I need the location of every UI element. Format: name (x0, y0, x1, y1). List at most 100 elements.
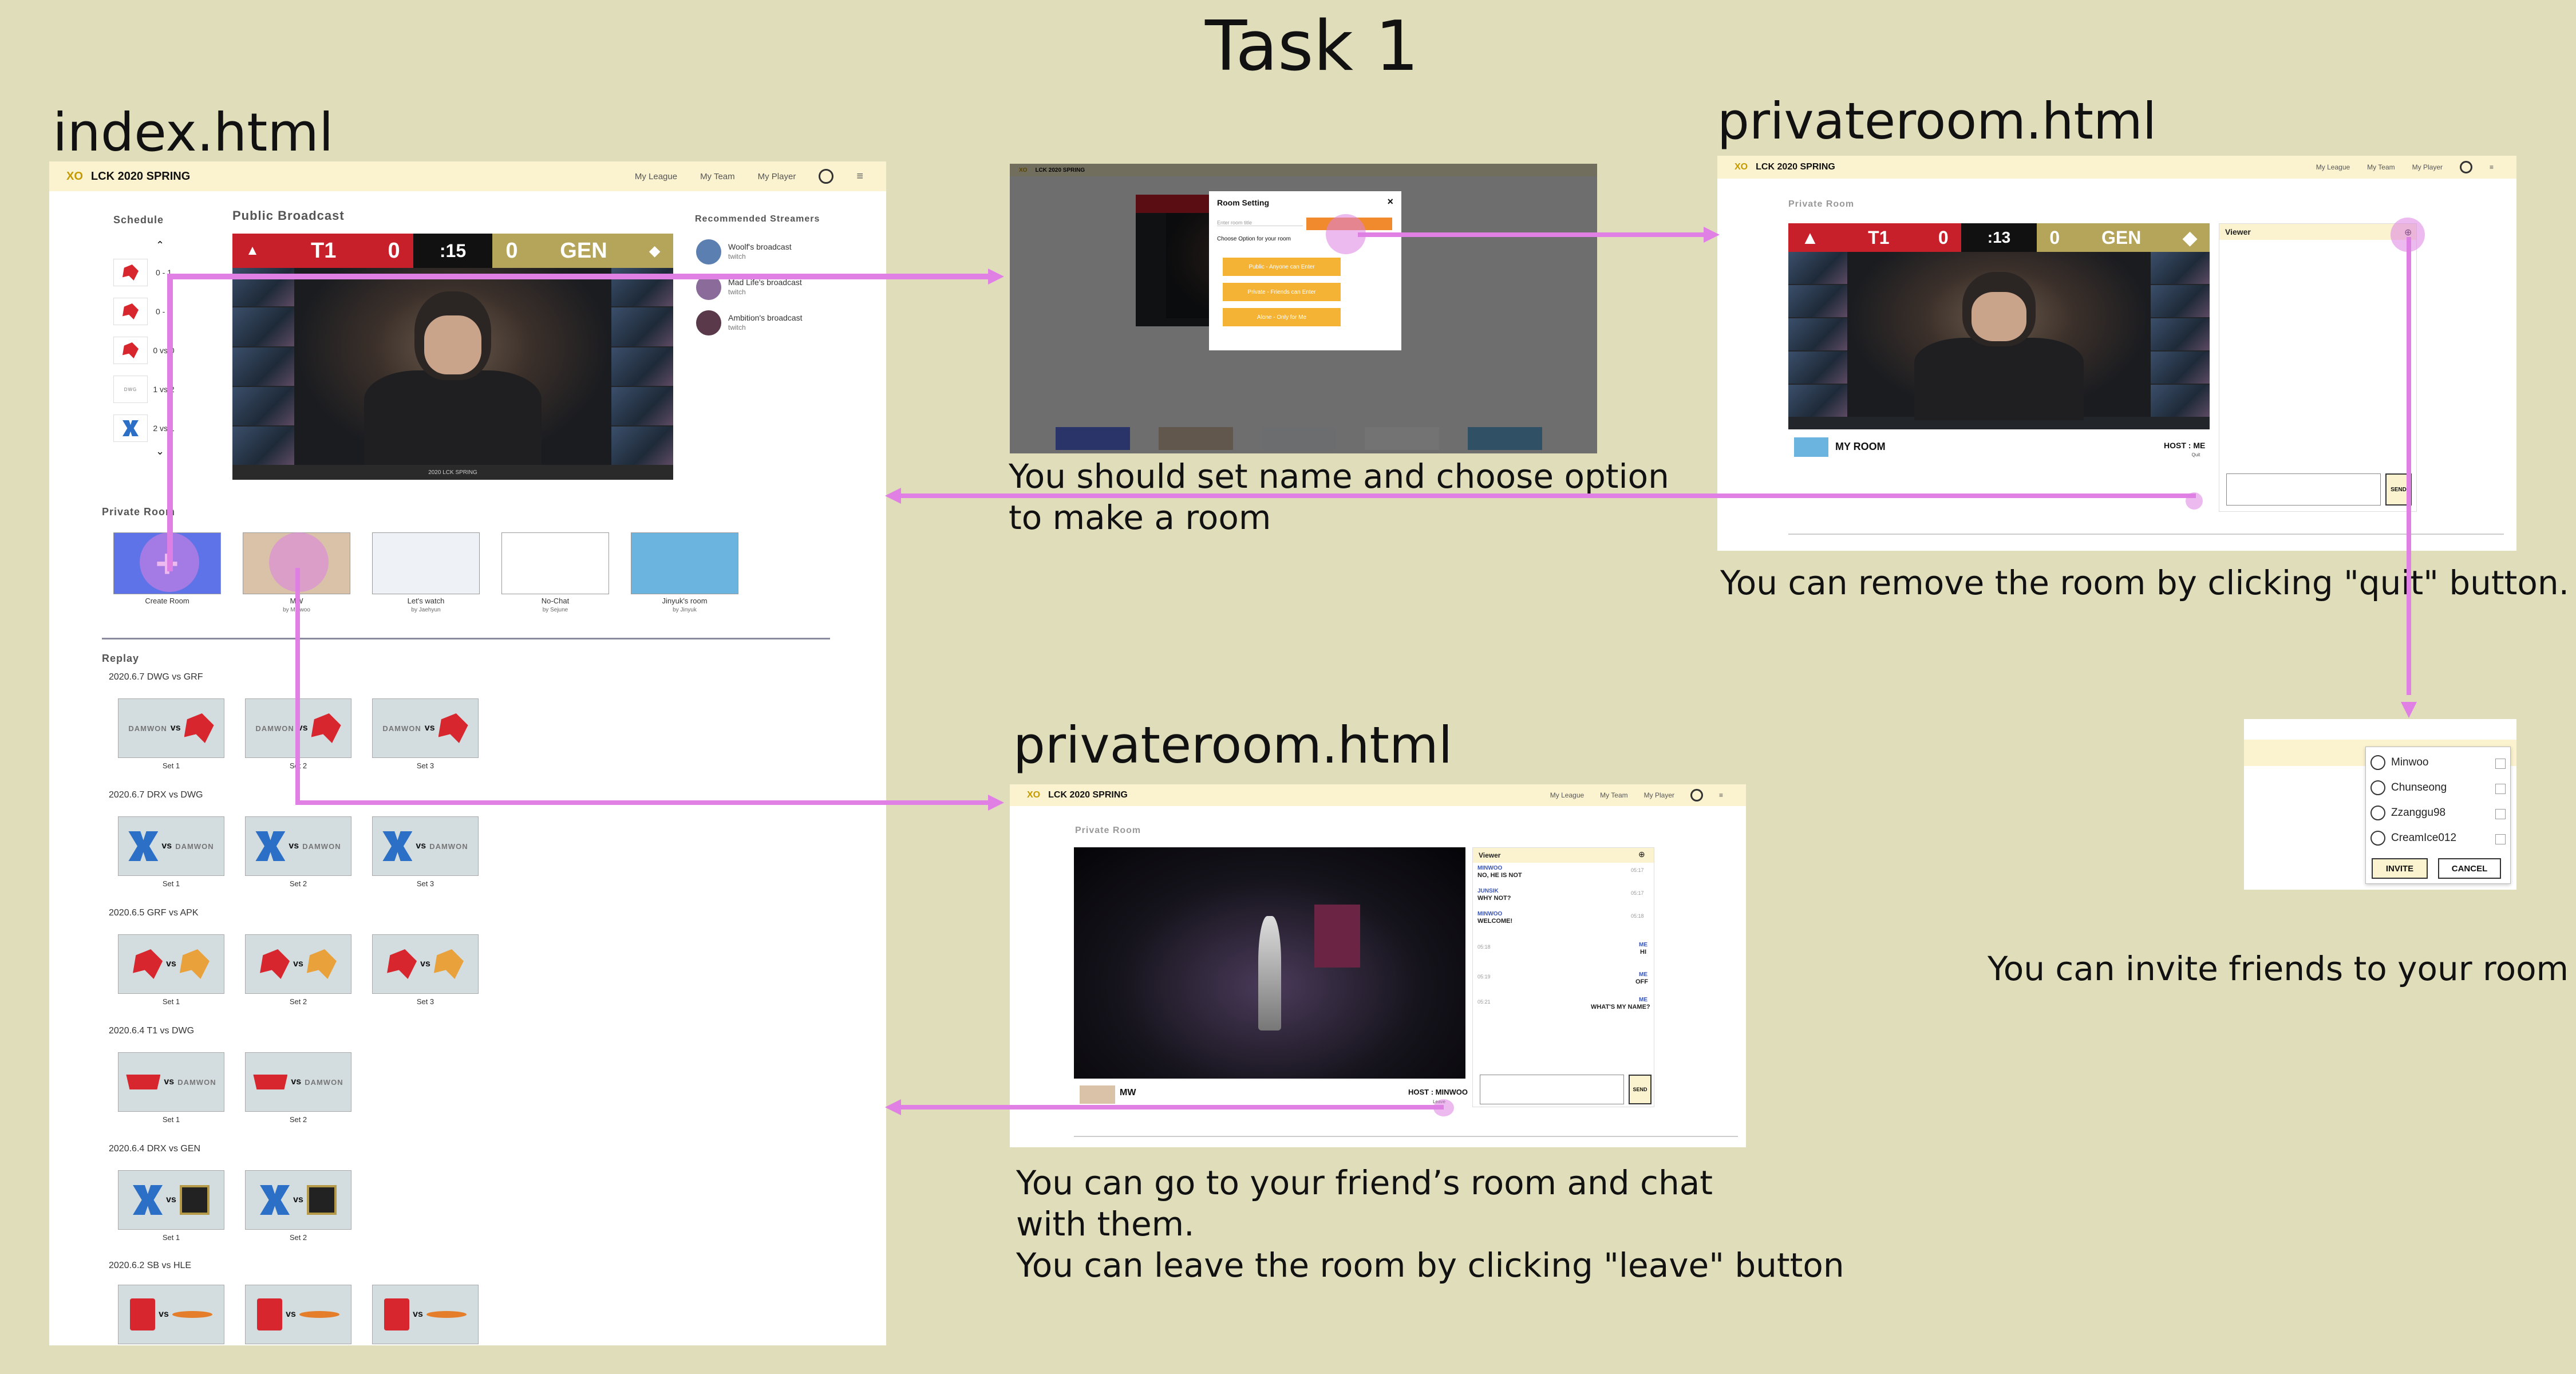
friend-checkbox[interactable] (2495, 759, 2506, 769)
friend-item[interactable]: CreamIce012 (2370, 831, 2456, 846)
recommended-streamers-title: Recommended Streamers (695, 214, 820, 224)
room-name-input[interactable]: Enter room title (1217, 220, 1303, 226)
flow-arrow-line (1358, 232, 1704, 237)
flow-arrow-line (295, 568, 300, 805)
replay-thumbnail[interactable]: DAMWON vs (118, 698, 224, 758)
menu-icon[interactable]: ≡ (856, 170, 863, 183)
flow-arrowhead (988, 795, 1004, 811)
friend-checkbox[interactable] (2495, 834, 2506, 844)
schedule-item[interactable]: 2 vs 1 (113, 414, 175, 442)
replay-thumbnail[interactable]: vs (245, 1285, 351, 1344)
room-host: HOST : MINWOO (1408, 1088, 1468, 1096)
modal-title: Room Setting (1217, 198, 1269, 207)
friend-name: Chunseong (2391, 781, 2447, 793)
broadcast-video[interactable]: ▲ T1 0 :15 0 GEN ◆ 2020 LCK SPRING (232, 234, 673, 480)
section-divider (1074, 1136, 1738, 1137)
close-icon[interactable]: × (1387, 196, 1393, 208)
replay-thumbnail[interactable]: vs DAMWON (118, 1052, 224, 1112)
set-label: Set 2 (289, 879, 307, 888)
friend-item[interactable]: Chunseong (2370, 780, 2447, 795)
flow-arrow-line (901, 493, 2196, 498)
replay-thumbnail[interactable]: vs (372, 1285, 479, 1344)
send-button[interactable]: SEND (1629, 1075, 1652, 1104)
streamer-name: Ambition's broadcast (728, 313, 803, 322)
room-card[interactable] (631, 532, 738, 594)
nav-my-league[interactable]: My League (1550, 791, 1584, 799)
team-left-logo: ▲ (246, 243, 259, 259)
nav-my-team[interactable]: My Team (700, 172, 735, 181)
team-right-name: GEN (560, 238, 607, 263)
flow-arrowhead (885, 488, 901, 504)
private-option-button[interactable]: Private - Friends can Enter (1223, 283, 1341, 301)
section-divider (1788, 534, 2504, 535)
friend-avatar-icon (2370, 831, 2385, 846)
replay-thumbnail[interactable]: vs (245, 934, 351, 994)
nav-my-league[interactable]: My League (635, 172, 677, 181)
app-logo[interactable]: XO LCK 2020 SPRING (66, 170, 190, 183)
room-stream-video[interactable] (1074, 847, 1465, 1079)
replay-thumbnail[interactable]: vs (118, 1170, 224, 1230)
friend-checkbox[interactable] (2495, 809, 2506, 819)
replay-thumbnail[interactable]: vs DAMWON (372, 816, 479, 876)
private-room-title: Private Room (102, 506, 176, 518)
nav-my-team[interactable]: My Team (1600, 791, 1627, 799)
replay-thumbnail[interactable]: vs DAMWON (245, 816, 351, 876)
nav-my-player[interactable]: My Player (758, 172, 796, 181)
nav-my-team[interactable]: My Team (2367, 163, 2395, 171)
schedule-up-icon[interactable]: ⌃ (156, 239, 164, 251)
caption-friend-room: You can go to your friend’s room and cha… (1016, 1163, 1713, 1243)
schedule-item[interactable]: 0 - 1 (113, 298, 175, 325)
user-icon[interactable] (819, 169, 834, 184)
chat-sender: MINWOO (1477, 911, 1503, 917)
quit-button[interactable]: Quit (2186, 452, 2206, 464)
click-highlight (2186, 492, 2203, 510)
chat-input[interactable] (2226, 473, 2381, 506)
friend-item[interactable]: Minwoo (2370, 755, 2428, 770)
index-label: index.html (53, 102, 334, 163)
chat-time: 05:17 (1631, 867, 1644, 873)
invite-button[interactable]: INVITE (2372, 858, 2428, 879)
viewer-friend-icon[interactable]: ⊕ (1638, 850, 1645, 859)
chat-time: 05:18 (1631, 913, 1644, 919)
schedule-down-icon[interactable]: ⌄ (156, 445, 164, 457)
replay-thumbnail[interactable]: vs DAMWON (118, 816, 224, 876)
streamer-item[interactable]: Woolf's broadcast twitch (696, 239, 792, 264)
replay-thumbnail[interactable]: vs (118, 934, 224, 994)
flow-arrowhead (2401, 702, 2417, 718)
nav-my-league[interactable]: My League (2316, 163, 2350, 171)
schedule-item[interactable]: 0 - 1 (113, 259, 175, 286)
nav-my-player[interactable]: My Player (2412, 163, 2443, 171)
schedule-item[interactable]: DWG 1 vs 2 (113, 376, 175, 403)
private-room-section-title: Private Room (1075, 826, 1141, 835)
streamer-item[interactable]: Ambition's broadcast twitch (696, 310, 803, 335)
click-highlight (269, 532, 329, 592)
set-label: Set 1 (162, 879, 180, 888)
menu-icon[interactable]: ≡ (1719, 791, 1723, 799)
team-left-name: T1 (310, 238, 337, 263)
replay-title: Replay (102, 653, 140, 664)
user-icon[interactable] (2459, 161, 2472, 173)
stage-screen (1314, 905, 1360, 968)
chat-input[interactable] (1480, 1075, 1624, 1104)
replay-thumbnail[interactable]: vs DAMWON (245, 1052, 351, 1112)
replay-thumbnail[interactable]: vs (245, 1170, 351, 1230)
room-stream-video[interactable]: ▲ T1 0 :13 0 GEN ◆ (1788, 223, 2210, 429)
friend-item[interactable]: Zzanggu98 (2370, 806, 2445, 820)
replay-thumbnail[interactable]: DAMWON vs (372, 698, 479, 758)
section-divider (102, 638, 830, 639)
replay-thumbnail[interactable]: vs (118, 1285, 224, 1344)
private-room-section-title: Private Room (1788, 199, 1855, 209)
menu-icon[interactable]: ≡ (2490, 163, 2494, 171)
room-card[interactable] (501, 532, 609, 594)
alone-option-button[interactable]: Alone - Only for Me (1223, 308, 1341, 326)
chat-sender: MINWOO (1477, 865, 1503, 871)
user-icon[interactable] (1690, 789, 1703, 802)
friend-checkbox[interactable] (2495, 784, 2506, 794)
nav-my-player[interactable]: My Player (1644, 791, 1674, 799)
room-title: Let's watch (407, 597, 445, 605)
schedule-item[interactable]: 0 vs 0 (113, 337, 175, 364)
room-card[interactable] (372, 532, 480, 594)
public-option-button[interactable]: Public - Anyone can Enter (1223, 258, 1341, 276)
cancel-button[interactable]: CANCEL (2438, 858, 2501, 879)
replay-thumbnail[interactable]: vs (372, 934, 479, 994)
